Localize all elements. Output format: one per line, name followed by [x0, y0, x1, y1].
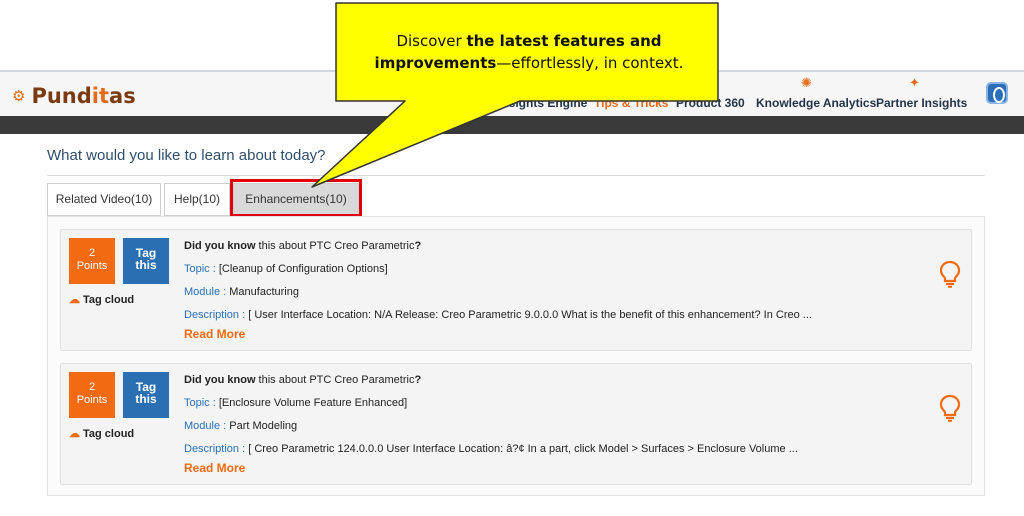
description-line: Description : [ User Interface Location:…	[184, 309, 914, 327]
card-body: Did you know this about PTC Creo Paramet…	[184, 374, 914, 475]
points-badge: 2 Points	[69, 372, 115, 418]
module-key: Module :	[184, 420, 230, 432]
points-label: Points	[76, 394, 108, 406]
nav-item-tips-tricks[interactable]: Tips & Tricks	[594, 96, 668, 110]
did-you-know-text: this about PTC Creo Parametric	[255, 374, 415, 386]
main-nav: Insights Engine Tips & Tricks Product 36…	[0, 72, 1024, 118]
tag-cloud-link[interactable]: ☁ Tag cloud	[69, 293, 135, 307]
header-dark-strip	[0, 116, 1024, 134]
points-badge: 2 Points	[69, 238, 115, 284]
title-divider	[47, 175, 985, 176]
module-value: Part Modeling	[229, 420, 298, 432]
description-value: [ User Interface Location: N/A Release: …	[248, 309, 812, 321]
tag-cloud-label: Tag cloud	[83, 293, 135, 306]
callout-text: Discover the latest features and improve…	[340, 30, 718, 74]
nav-item-knowledge-analytics[interactable]: Knowledge Analytics	[756, 96, 876, 110]
did-you-know-line: Did you know this about PTC Creo Paramet…	[184, 374, 914, 397]
lightbulb-icon[interactable]	[939, 394, 961, 422]
tab-related-video[interactable]: Related Video(10)	[47, 183, 161, 216]
topic-key: Topic :	[184, 397, 219, 409]
cloud-icon: ☁	[69, 294, 80, 306]
topic-value: [Cleanup of Configuration Options]	[218, 263, 388, 275]
module-value: Manufacturing	[229, 286, 299, 298]
nav-item-insights-engine[interactable]: Insights Engine	[498, 96, 587, 110]
description-value: [ Creo Parametric 124.0.0.0 User Interfa…	[248, 443, 798, 455]
topic-line: Topic : [Enclosure Volume Feature Enhanc…	[184, 397, 914, 420]
did-you-know-qmark: ?	[414, 240, 422, 252]
topic-line: Topic : [Cleanup of Configuration Option…	[184, 263, 914, 286]
enhancements-tab-highlight	[230, 179, 362, 217]
description-key: Description :	[184, 443, 249, 455]
callout-text-bold: the latest features and improvements	[374, 32, 662, 72]
tag-label-line2: this	[135, 258, 157, 272]
tag-this-button[interactable]: Tag this	[123, 238, 169, 284]
module-line: Module : Part Modeling	[184, 420, 914, 443]
points-label: Points	[76, 260, 108, 272]
topic-key: Topic :	[184, 263, 219, 275]
description-line: Description : [ Creo Parametric 124.0.0.…	[184, 443, 914, 461]
did-you-know-bold: Did you know	[184, 240, 256, 252]
tag-this-button[interactable]: Tag this	[123, 372, 169, 418]
tag-label-line2: this	[135, 392, 157, 406]
module-line: Module : Manufacturing	[184, 286, 914, 309]
did-you-know-qmark: ?	[414, 374, 422, 386]
top-navigation-bar: ⚙ Pund it as Insights Engine Tips & Tricks…	[0, 70, 1024, 116]
description-key: Description :	[184, 309, 249, 321]
callout-text-pre: Discover	[396, 32, 467, 50]
points-value: 2	[88, 247, 96, 259]
did-you-know-text: this about PTC Creo Parametric	[255, 240, 415, 252]
read-more-link[interactable]: Read More	[184, 327, 914, 341]
read-more-link[interactable]: Read More	[184, 461, 914, 475]
knowledge-analytics-icon: ✺	[801, 75, 812, 90]
enhancement-card: 2 Points Tag this ☁ Tag cloud Did you kn…	[60, 229, 972, 351]
enhancement-card: 2 Points Tag this ☁ Tag cloud Did you kn…	[60, 363, 972, 485]
tag-cloud-link[interactable]: ☁ Tag cloud	[69, 427, 135, 441]
did-you-know-line: Did you know this about PTC Creo Paramet…	[184, 240, 914, 263]
module-key: Module :	[184, 286, 230, 298]
cloud-icon: ☁	[69, 428, 80, 440]
page-title: What would you like to learn about today…	[47, 147, 326, 164]
tag-cloud-label: Tag cloud	[83, 427, 135, 440]
user-avatar[interactable]	[986, 82, 1008, 104]
lightbulb-icon[interactable]	[939, 260, 961, 288]
did-you-know-bold: Did you know	[184, 374, 256, 386]
nav-item-product-360[interactable]: Product 360	[676, 96, 745, 110]
card-body: Did you know this about PTC Creo Paramet…	[184, 240, 914, 341]
topic-value: [Enclosure Volume Feature Enhanced]	[218, 397, 408, 409]
points-value: 2	[88, 381, 96, 393]
nav-item-partner-insights[interactable]: Partner Insights	[876, 96, 967, 110]
partner-insights-handshake-icon: ✦	[909, 75, 920, 90]
tab-help[interactable]: Help(10)	[164, 183, 230, 216]
